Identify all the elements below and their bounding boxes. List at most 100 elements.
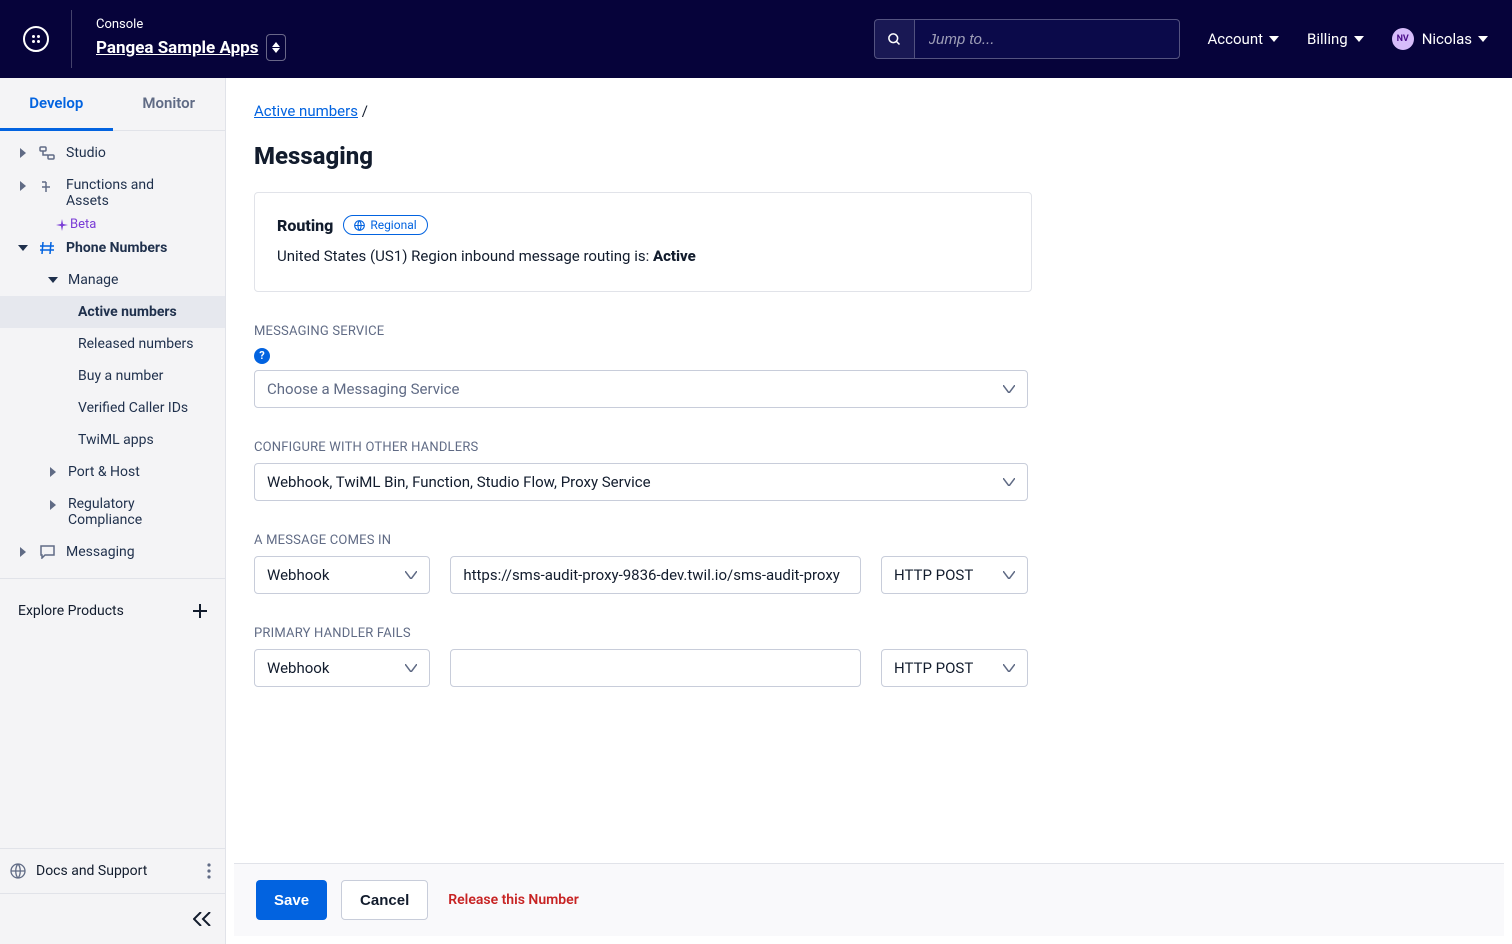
handlers-value: Webhook, TwiML Bin, Function, Studio Flo… <box>267 473 651 491</box>
sidebar-item-buy-number[interactable]: Buy a number <box>0 360 225 392</box>
chevron-down-icon <box>48 277 58 283</box>
sidebar-label: Manage <box>68 272 118 288</box>
docs-support[interactable]: Docs and Support <box>0 848 225 893</box>
sidebar-item-port-host[interactable]: Port & Host <box>0 456 225 488</box>
chevron-down-icon <box>1269 36 1279 42</box>
chevron-right-icon <box>18 547 28 557</box>
fallback-type-select[interactable]: Webhook <box>254 649 430 687</box>
explore-products[interactable]: Explore Products <box>0 589 225 633</box>
fallback-url-input[interactable] <box>463 659 848 677</box>
avatar: NV <box>1392 28 1414 50</box>
sidebar-label: Verified Caller IDs <box>78 400 188 416</box>
nav: Studio Functions and Assets Beta Phone N… <box>0 131 225 848</box>
handlers-select[interactable]: Webhook, TwiML Bin, Function, Studio Flo… <box>254 463 1028 501</box>
routing-text: United States (US1) Region inbound messa… <box>277 247 1009 265</box>
chevron-down-icon <box>18 245 28 251</box>
chevron-right-icon <box>18 181 28 191</box>
fallback-method: HTTP POST <box>894 659 973 677</box>
search-icon[interactable] <box>875 20 915 58</box>
sidebar-label: Buy a number <box>78 368 163 384</box>
incoming-method: HTTP POST <box>894 566 973 584</box>
docs-label: Docs and Support <box>36 863 147 879</box>
app-header: Console Pangea Sample Apps Account Billi… <box>0 0 1512 78</box>
collapse-sidebar[interactable] <box>0 893 225 944</box>
user-menu[interactable]: NV Nicolas <box>1392 28 1488 50</box>
beta-badge: Beta <box>0 217 225 232</box>
chevron-down-icon <box>1003 571 1015 579</box>
tab-develop[interactable]: Develop <box>0 78 113 131</box>
main: Active numbers / Messaging Routing Regio… <box>226 78 1512 944</box>
incoming-url-input[interactable] <box>463 566 848 584</box>
console-label: Console <box>96 17 286 32</box>
msg-service-placeholder: Choose a Messaging Service <box>267 380 459 398</box>
chevron-down-icon <box>405 664 417 672</box>
release-number-link[interactable]: Release this Number <box>448 892 578 908</box>
search-input[interactable] <box>915 31 1179 48</box>
sidebar-label: Phone Numbers <box>66 240 167 256</box>
globe-icon <box>354 220 365 231</box>
sidebar: Develop Monitor Studio Functions and Ass… <box>0 78 226 944</box>
user-label: Nicolas <box>1422 30 1472 48</box>
sidebar-item-verified-caller[interactable]: Verified Caller IDs <box>0 392 225 424</box>
incoming-method-select[interactable]: HTTP POST <box>881 556 1028 594</box>
chevron-down-icon <box>1003 385 1015 393</box>
sidebar-item-functions[interactable]: Functions and Assets <box>0 169 225 217</box>
breadcrumb-active-numbers[interactable]: Active numbers <box>254 102 358 120</box>
breadcrumb: Active numbers / <box>254 102 1484 120</box>
collapse-icon <box>193 912 211 926</box>
help-icon[interactable]: ? <box>254 348 270 364</box>
chevron-right-icon <box>48 500 58 510</box>
plus-icon <box>193 604 207 618</box>
fallback-url-field[interactable] <box>450 649 861 687</box>
account-menu[interactable]: Account <box>1208 30 1280 48</box>
regional-badge: Regional <box>343 215 427 235</box>
sidebar-item-released-numbers[interactable]: Released numbers <box>0 328 225 360</box>
cancel-button[interactable]: Cancel <box>341 880 428 920</box>
sidebar-item-manage[interactable]: Manage <box>0 264 225 296</box>
search <box>874 19 1180 59</box>
sidebar-item-phone-numbers[interactable]: Phone Numbers <box>0 232 225 264</box>
fallback-type: Webhook <box>267 659 329 677</box>
routing-card: Routing Regional United States (US1) Reg… <box>254 192 1032 292</box>
incoming-url-field[interactable] <box>450 556 861 594</box>
fallback-label: PRIMARY HANDLER FAILS <box>254 626 1484 641</box>
sidebar-label: Port & Host <box>68 464 140 480</box>
billing-menu[interactable]: Billing <box>1307 30 1364 48</box>
sidebar-item-studio[interactable]: Studio <box>0 137 225 169</box>
chevron-down-icon <box>1003 478 1015 486</box>
more-icon[interactable] <box>207 863 211 879</box>
chevron-down-icon <box>1003 664 1015 672</box>
account-label: Account <box>1208 30 1264 48</box>
sidebar-item-active-numbers[interactable]: Active numbers <box>0 296 225 328</box>
chat-icon <box>38 545 56 559</box>
msg-service-select[interactable]: Choose a Messaging Service <box>254 370 1028 408</box>
chevron-right-icon <box>48 467 58 477</box>
chevron-right-icon <box>18 148 28 158</box>
sidebar-item-regulatory[interactable]: Regulatory Compliance <box>0 488 225 536</box>
sparkle-icon <box>56 219 68 231</box>
divider <box>0 578 225 579</box>
incoming-type-select[interactable]: Webhook <box>254 556 430 594</box>
msg-service-label: MESSAGING SERVICE <box>254 324 1484 339</box>
sidebar-label: Functions and Assets <box>66 177 176 209</box>
fallback-method-select[interactable]: HTTP POST <box>881 649 1028 687</box>
sidebar-item-twiml-apps[interactable]: TwiML apps <box>0 424 225 456</box>
sidebar-label: Released numbers <box>78 336 194 352</box>
logo[interactable] <box>0 0 72 78</box>
incoming-label: A MESSAGE COMES IN <box>254 533 1484 548</box>
sidebar-item-messaging[interactable]: Messaging <box>0 536 225 568</box>
sidebar-label: Messaging <box>66 544 135 560</box>
tab-monitor[interactable]: Monitor <box>113 78 226 130</box>
billing-label: Billing <box>1307 30 1348 48</box>
project-name[interactable]: Pangea Sample Apps <box>96 38 258 58</box>
sidebar-label: Active numbers <box>78 304 177 320</box>
project-block: Console Pangea Sample Apps <box>72 17 286 61</box>
save-button[interactable]: Save <box>256 880 327 920</box>
project-switcher[interactable] <box>266 34 286 61</box>
chevron-down-icon <box>1354 36 1364 42</box>
hash-icon <box>38 241 56 255</box>
studio-icon <box>38 146 56 160</box>
chevron-down-icon <box>405 571 417 579</box>
handlers-label: CONFIGURE WITH OTHER HANDLERS <box>254 440 1484 455</box>
chevron-down-icon <box>1478 36 1488 42</box>
